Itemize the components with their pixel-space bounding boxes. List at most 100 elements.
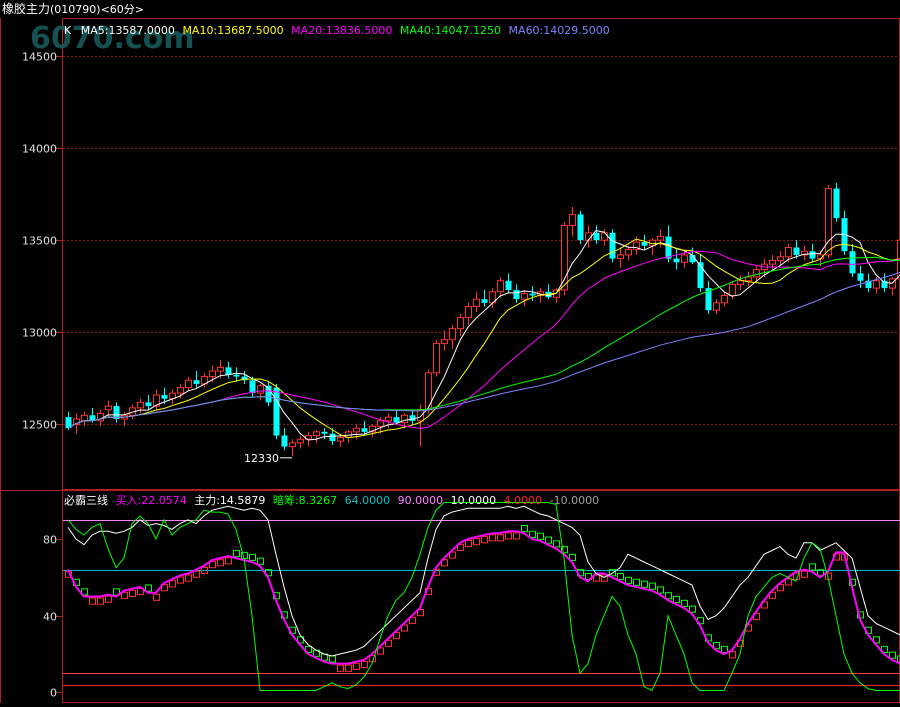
candle-up: [354, 428, 360, 432]
candle-down: [362, 428, 368, 432]
legend-hidden-chips: 暗筹:8.3267: [273, 493, 337, 507]
sub-y-tick-label: 40: [43, 611, 57, 624]
candle-up: [738, 281, 744, 285]
sub-bar: [482, 537, 488, 543]
candle-down: [282, 436, 288, 447]
candle-up: [290, 443, 296, 447]
sub-bar: [666, 593, 672, 599]
k-label: K: [64, 24, 72, 37]
sub-reference-lines: [63, 521, 900, 686]
candle-down: [530, 294, 536, 296]
legend-ma60: MA60:14029.5000: [509, 24, 610, 37]
main-y-axis: 1450014000135001300012500: [22, 51, 63, 432]
sub-bar: [674, 597, 680, 603]
candle-down: [322, 432, 328, 434]
main-y-tick-label: 12500: [22, 419, 57, 432]
candle-down: [250, 380, 256, 393]
main-y-tick-label: 13500: [22, 235, 57, 248]
sub-bar: [530, 531, 536, 537]
sub-bar: [514, 533, 520, 539]
legend-ma40: MA40:14047.1250: [400, 24, 501, 37]
candle-up: [770, 260, 776, 264]
sub-bar: [154, 594, 160, 600]
sub-bar: [226, 558, 232, 564]
candle-up: [386, 417, 392, 421]
sub-bar: [722, 646, 728, 652]
sub-bar: [346, 665, 352, 671]
sub-y-tick-label: 80: [43, 534, 57, 547]
period-label: <60分>: [101, 3, 144, 16]
sub-bar: [730, 652, 736, 658]
sub-bar: [634, 579, 640, 585]
sub-bar: [178, 577, 184, 583]
candle-up: [258, 386, 264, 393]
candle-up: [218, 367, 224, 371]
header-title: 橡胶主力(010790)<60分>: [2, 1, 144, 16]
candle-up: [210, 371, 216, 377]
legend-level-90: 90.0000: [398, 494, 444, 507]
candle-down: [834, 189, 840, 218]
candle-up: [682, 255, 688, 262]
sub-bar: [682, 600, 688, 606]
sub-bar: [658, 587, 664, 593]
sub-bar: [498, 535, 504, 541]
sub-bar: [642, 581, 648, 587]
candle-up: [338, 437, 344, 441]
sub-bar: [466, 540, 472, 546]
sub-bar: [218, 560, 224, 566]
candle-up: [570, 214, 576, 225]
candle-down: [162, 395, 168, 399]
candle-up: [754, 270, 760, 277]
chart-canvas[interactable]: 1450014000135001300012500 80400 6070.com…: [0, 0, 900, 703]
sub-bar: [626, 577, 632, 583]
sub-bar: [890, 652, 896, 658]
low-price-annotation: 12330: [244, 452, 279, 465]
candle-up: [378, 421, 384, 427]
candle-down: [674, 259, 680, 263]
legend-ma10: MA10:13687.5000: [182, 24, 283, 37]
sub-bar: [210, 562, 216, 568]
main-legend: K MA5:13587.0000 MA10:13687.5000 MA20:13…: [64, 24, 610, 37]
sub-bar: [258, 558, 264, 564]
main-y-tick-label: 14000: [22, 143, 57, 156]
candle-down: [578, 214, 584, 240]
sub-bar: [786, 579, 792, 585]
main-grid: [63, 57, 900, 425]
sub-bar: [474, 539, 480, 545]
line-ma40: [68, 248, 900, 428]
candle-down: [330, 434, 336, 441]
sub-legend: 必霸三线 买入:22.0574 主力:14.5879 暗筹:8.3267 64.…: [64, 493, 599, 507]
candle-down: [794, 248, 800, 255]
candle-up: [106, 406, 112, 410]
candle-up: [522, 294, 528, 300]
candle-up: [442, 340, 448, 344]
sub-bar: [690, 606, 696, 612]
sub-bar: [546, 537, 552, 543]
candle-up: [498, 281, 504, 292]
candle-up: [466, 307, 472, 318]
candle-up: [562, 225, 568, 290]
legend-level-neg10: -10.0000: [550, 494, 599, 507]
candle-up: [314, 432, 320, 436]
sub-bar: [490, 535, 496, 541]
sub-bar: [650, 583, 656, 589]
candle-up: [82, 415, 88, 421]
candle-up: [178, 388, 184, 394]
sub-bar: [90, 598, 96, 604]
main-y-tick-label: 13000: [22, 327, 57, 340]
candle-up: [618, 255, 624, 259]
candle-up: [602, 233, 608, 240]
legend-level-64: 64.0000: [345, 494, 391, 507]
sub-bar: [354, 663, 360, 669]
sub-bar: [146, 585, 152, 591]
candle-up: [722, 295, 728, 302]
indicator-line-2: [68, 506, 900, 656]
candle-down: [194, 380, 200, 384]
candle-down: [850, 251, 856, 273]
sub-bar: [186, 575, 192, 581]
candle-up: [458, 318, 464, 329]
sub-bar: [362, 661, 368, 667]
candle-up: [186, 380, 192, 387]
candle-up: [826, 189, 832, 255]
candle-up: [138, 402, 144, 408]
